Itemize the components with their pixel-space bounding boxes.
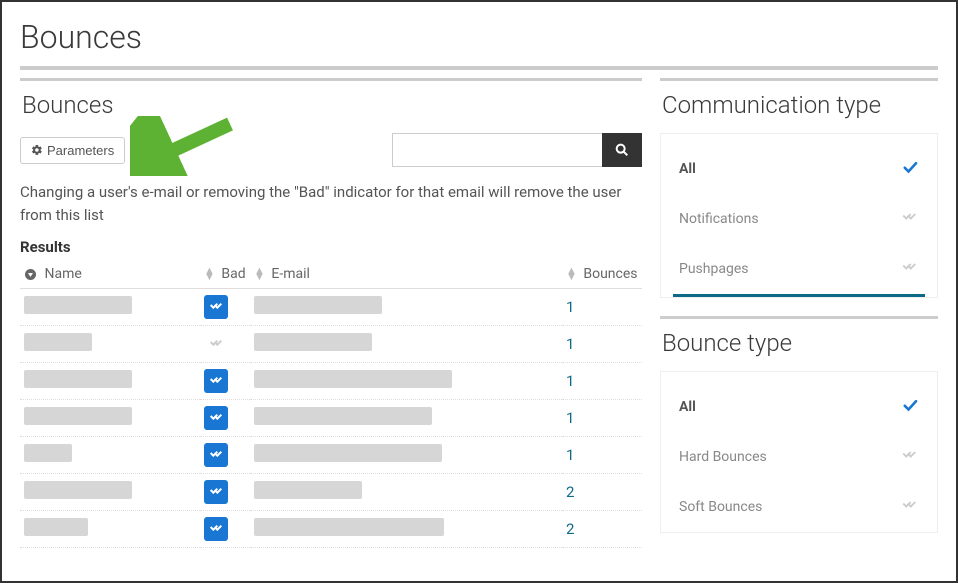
help-text: Changing a user's e-mail or removing the… [20,181,642,226]
bad-toggle[interactable] [204,406,228,430]
gear-icon [31,144,43,156]
bad-toggle[interactable] [204,480,228,504]
check-icon [901,396,919,418]
filter-label: Pushpages [679,261,748,277]
table-row: 2 [20,511,642,548]
bounce-type-panel: Bounce type All Hard Bounces Soft Bounces [660,316,938,533]
table-row: 1 [20,326,642,363]
bad-toggle[interactable] [204,332,228,356]
email-placeholder [254,518,444,536]
communication-type-item[interactable]: All [661,144,937,194]
name-placeholder [24,370,132,388]
communication-type-item[interactable]: Pushpages [661,244,937,294]
sort-icon: ▲▼ [254,268,265,281]
col-email-label: E-mail [271,266,310,282]
filter-label: All [679,161,696,177]
table-row: 1 [20,437,642,474]
name-placeholder [24,333,92,351]
search-input[interactable] [392,133,602,167]
check-icon [901,208,919,230]
communication-type-panel: Communication type All Notifications Pushp… [660,78,938,298]
bounce-type-item[interactable]: All [661,382,937,432]
col-name-label: Name [44,266,81,282]
search-icon [614,142,630,158]
bounces-link[interactable]: 1 [566,335,574,353]
filter-label: Soft Bounces [679,499,762,515]
bad-toggle[interactable] [204,369,228,393]
communication-type-title: Communication type [660,87,938,133]
name-placeholder [24,407,132,425]
table-row: 2 [20,474,642,511]
parameters-button[interactable]: Parameters [20,137,125,164]
table-row: 1 [20,363,642,400]
bounces-link[interactable]: 2 [566,483,574,501]
email-placeholder [254,444,442,462]
bad-toggle[interactable] [204,295,228,319]
filter-label: Hard Bounces [679,449,767,465]
email-placeholder [254,296,382,314]
search-button[interactable] [602,133,642,167]
bounce-type-item[interactable]: Hard Bounces [661,432,937,482]
results-table: Name ▲▼ Bad ▲▼ E-mail ▲▼ Bounces [20,260,642,548]
bad-toggle[interactable] [204,517,228,541]
name-placeholder [24,518,88,536]
bounces-link[interactable]: 2 [566,520,574,538]
divider [20,66,938,70]
bounces-link[interactable]: 1 [566,409,574,427]
card-underline [673,294,925,297]
communication-type-item[interactable]: Notifications [661,194,937,244]
name-placeholder [24,481,132,499]
filter-label: Notifications [679,211,759,227]
table-row: 1 [20,400,642,437]
name-placeholder [24,444,72,462]
parameters-label: Parameters [47,143,114,158]
sort-icon: ▲▼ [566,268,577,281]
results-label: Results [20,238,642,256]
sort-icon: ▲▼ [204,268,215,281]
page-title: Bounces [2,2,956,66]
bounces-link[interactable]: 1 [566,372,574,390]
filter-label: All [679,399,696,415]
col-email-header[interactable]: ▲▼ E-mail [250,260,562,289]
bounces-link[interactable]: 1 [566,446,574,464]
bounce-type-item[interactable]: Soft Bounces [661,482,937,532]
bounce-type-title: Bounce type [660,325,938,371]
check-icon [901,158,919,180]
col-bounces-label: Bounces [583,266,637,282]
col-bad-label: Bad [221,266,245,282]
col-name-header[interactable]: Name [20,260,200,289]
check-icon [901,496,919,518]
search-group [392,133,642,167]
email-placeholder [254,370,452,388]
col-bad-header[interactable]: ▲▼ Bad [200,260,250,289]
bounces-link[interactable]: 1 [566,298,574,316]
check-icon [901,446,919,468]
email-placeholder [254,481,362,499]
email-placeholder [254,333,372,351]
indicator-icon [24,268,37,281]
check-icon [901,258,919,280]
col-bounces-header[interactable]: ▲▼ Bounces [562,260,642,289]
email-placeholder [254,407,432,425]
name-placeholder [24,296,132,314]
bad-toggle[interactable] [204,443,228,467]
main-panel-title: Bounces [20,87,642,133]
table-row: 1 [20,289,642,326]
